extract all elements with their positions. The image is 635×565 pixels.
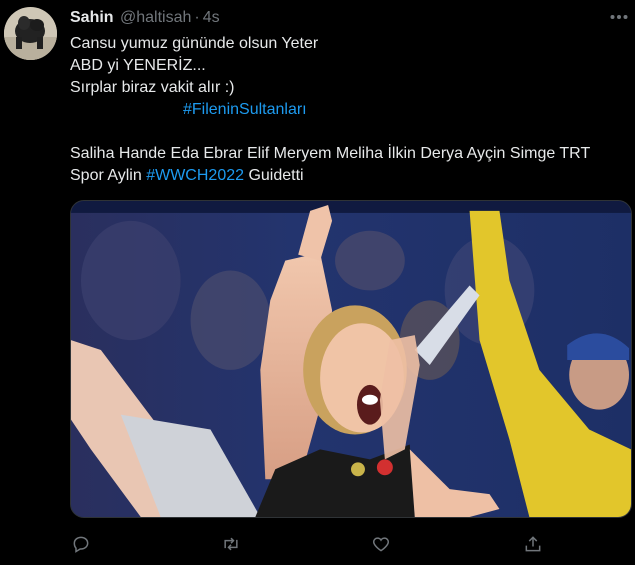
tweet-line-2: ABD yi YENERİZ... — [70, 57, 206, 74]
tweet-names-line-1: Saliha Hande Eda Ebrar Elif Meryem Melih… — [70, 145, 591, 162]
more-options-button[interactable] — [604, 2, 634, 32]
more-horizontal-icon — [610, 15, 628, 19]
like-button[interactable] — [368, 531, 394, 557]
hashtag-link-wwch2022[interactable]: #WWCH2022 — [146, 167, 244, 184]
tweet-header: Sahin @haltisah · 4s — [70, 8, 220, 28]
tweet-actions — [70, 531, 550, 557]
author-name[interactable]: Sahin — [70, 9, 114, 26]
tweet-line-3: Sırplar biraz vakit alır :) — [70, 79, 235, 96]
tweet-text: Cansu yumuz gününde olsun Yeter ABD yi Y… — [70, 33, 618, 187]
tweet-timestamp[interactable]: 4s — [203, 9, 220, 26]
tweet-photo[interactable] — [70, 200, 632, 518]
share-icon — [525, 536, 541, 552]
reply-icon — [73, 536, 89, 553]
author-handle[interactable]: @haltisah — [120, 9, 191, 26]
tweet-line-1: Cansu yumuz gününde olsun Yeter — [70, 35, 319, 52]
author-avatar[interactable] — [4, 7, 57, 60]
share-button[interactable] — [520, 531, 546, 557]
retweet-button[interactable] — [218, 531, 244, 557]
retweet-icon — [224, 537, 238, 551]
heart-icon — [372, 537, 390, 552]
tweet-names-line-2-prefix: Spor Aylin — [70, 167, 147, 184]
tweet-names-line-2-suffix: Guidetti — [244, 167, 304, 184]
reply-button[interactable] — [68, 531, 94, 557]
hashtag-link-filenin-sultanlari[interactable]: #FileninSultanları — [183, 101, 307, 118]
separator-dot: · — [194, 9, 200, 26]
